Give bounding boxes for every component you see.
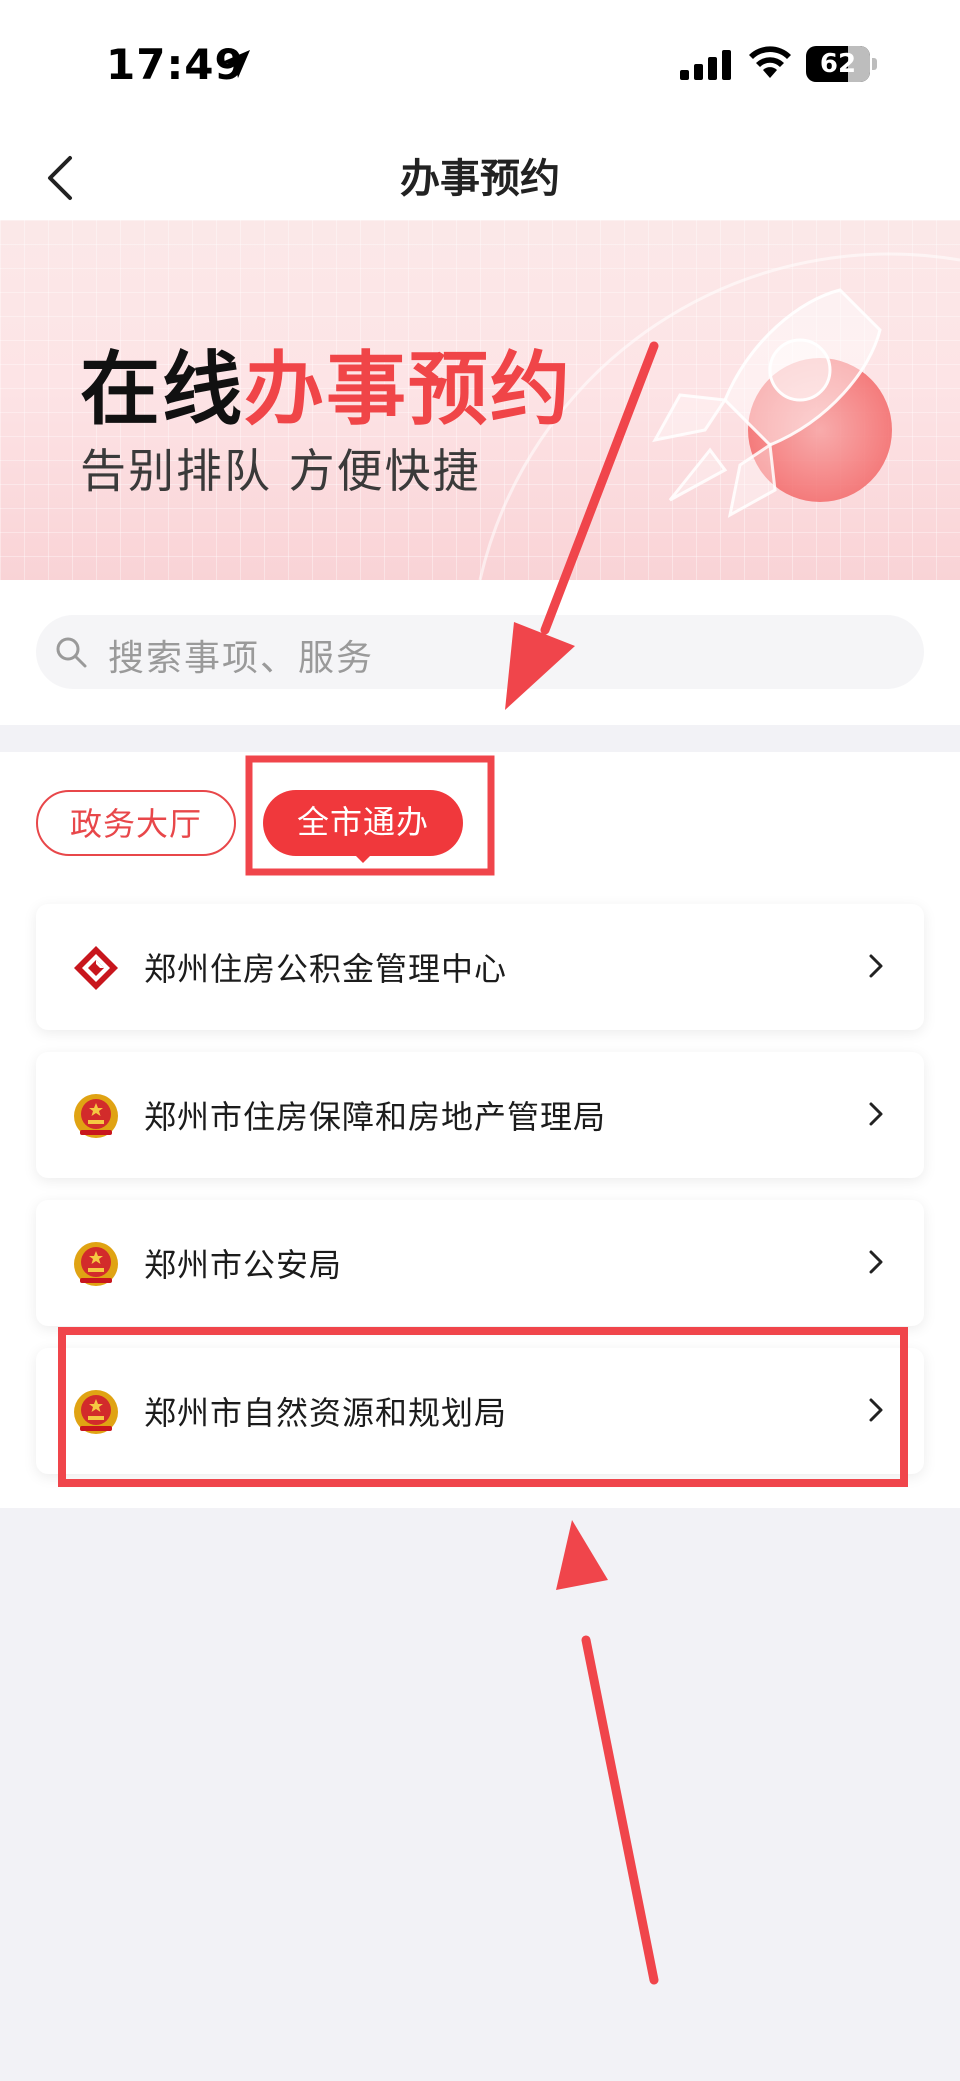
cellular-signal-icon xyxy=(680,50,731,80)
national-emblem-icon xyxy=(74,1094,118,1138)
chevron-right-icon xyxy=(869,1398,883,1422)
tab-citywide-service[interactable]: 全市通办 xyxy=(263,790,463,856)
location-arrow-icon xyxy=(222,50,250,78)
list-item-label: 郑州住房公积金管理中心 xyxy=(144,950,508,988)
status-bar: 17:49 62 xyxy=(0,0,960,130)
banner-title-black: 在线 xyxy=(80,343,244,436)
banner: 在线办事预约 告别排队 方便快捷 xyxy=(0,220,960,580)
tab-government-hall[interactable]: 政务大厅 xyxy=(36,790,236,856)
arrow-up-annotation xyxy=(556,1520,659,1985)
list-item-housing-bureau[interactable]: 郑州市住房保障和房地产管理局 xyxy=(36,1052,924,1178)
list-item-label: 郑州市公安局 xyxy=(144,1246,343,1284)
chevron-right-icon xyxy=(869,954,883,978)
banner-title: 在线办事预约 xyxy=(80,325,572,441)
national-emblem-icon xyxy=(74,1242,118,1286)
list-item-public-security[interactable]: 郑州市公安局 xyxy=(36,1200,924,1326)
page-title: 办事预约 xyxy=(400,156,560,202)
national-emblem-icon xyxy=(74,1390,118,1434)
active-tab-pointer xyxy=(354,854,372,863)
nav-bar: 办事预约 xyxy=(0,130,960,220)
content-panel: 政务大厅 全市通办 郑州住房公积金管理中心 郑州市住房保障和房地产管理局 郑州市… xyxy=(0,752,960,1508)
battery-level: 62 xyxy=(819,49,857,79)
banner-subtitle: 告别排队 方便快捷 xyxy=(80,444,481,498)
rocket-illustration-icon xyxy=(652,288,892,518)
search-icon xyxy=(56,637,87,668)
list-item-label: 郑州市自然资源和规划局 xyxy=(144,1394,508,1432)
banner-title-red: 办事预约 xyxy=(244,343,572,436)
search-input[interactable]: 搜索事项、服务 xyxy=(36,615,924,689)
search-placeholder: 搜索事项、服务 xyxy=(108,638,375,679)
list-item-natural-resources[interactable]: 郑州市自然资源和规划局 xyxy=(36,1348,924,1474)
chevron-right-icon xyxy=(869,1250,883,1274)
list-item-label: 郑州市住房保障和房地产管理局 xyxy=(144,1098,607,1136)
wifi-icon xyxy=(749,46,791,78)
chevron-right-icon xyxy=(869,1102,883,1126)
battery-indicator: 62 xyxy=(806,46,877,82)
search-area: 搜索事项、服务 xyxy=(0,580,960,725)
list-item-housing-fund[interactable]: 郑州住房公积金管理中心 xyxy=(36,904,924,1030)
housing-fund-logo-icon xyxy=(74,946,118,990)
